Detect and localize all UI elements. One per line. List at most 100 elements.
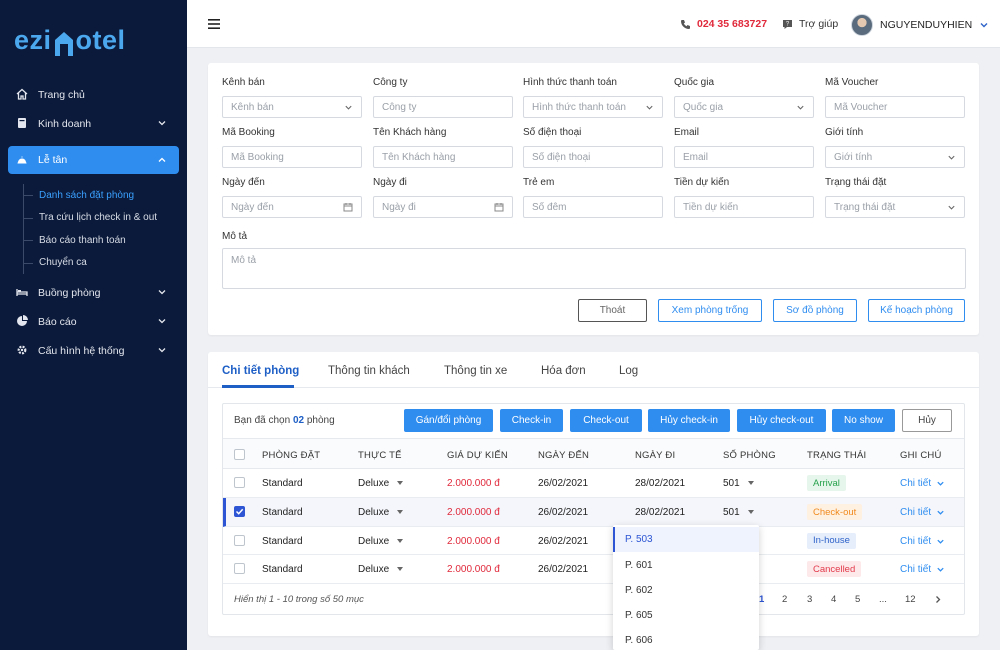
table-row[interactable]: Standard Deluxe 2.000.000 đ 26/02/2021 2… (223, 498, 964, 527)
chevron-down-icon (158, 121, 166, 126)
tab-room-detail[interactable]: Chi tiết phòng (222, 365, 299, 377)
page-2[interactable]: 2 (782, 594, 787, 605)
logo[interactable]: ezi otel (14, 16, 126, 56)
assign-change-room-button[interactable]: Gán/đổi phòng (404, 409, 493, 432)
placeholder: Tên Khách hàng (382, 151, 456, 163)
tab-vehicle-info[interactable]: Thông tin xe (444, 365, 507, 377)
sidebar-item-reports[interactable]: Báo cáo (0, 307, 187, 336)
room-option[interactable]: P. 602 (613, 578, 759, 603)
sidebar-item-label: Buồng phòng (38, 286, 101, 299)
filter-departure-date: Ngày đi Ngày đi (373, 177, 513, 218)
arrival-date-input[interactable]: Ngày đến (222, 196, 362, 218)
exit-button[interactable]: Thoát (578, 299, 647, 322)
gender-select[interactable]: Giới tính (825, 146, 965, 168)
payment-method-select[interactable]: Hình thức thanh toán (523, 96, 663, 118)
chevron-down-icon (948, 155, 955, 160)
detail-link[interactable]: Chi tiết (900, 507, 945, 518)
page-ellipsis: ... (879, 594, 887, 605)
nights-input[interactable]: Số đêm (523, 196, 663, 218)
no-show-button[interactable]: No show (832, 409, 895, 432)
table-row[interactable]: Standard Deluxe 2.000.000 đ 26/02/2021 C… (223, 555, 964, 584)
cancel-check-in-button[interactable]: Hủy check-in (648, 409, 730, 432)
room-option[interactable]: P. 606 (613, 628, 759, 650)
detail-label: Chi tiết (900, 535, 932, 547)
page-5[interactable]: 5 (855, 594, 860, 605)
detail-link[interactable]: Chi tiết (900, 564, 945, 575)
tab-log[interactable]: Log (619, 365, 638, 377)
room-option[interactable]: P. 503 (613, 527, 759, 552)
hamburger-menu-icon[interactable] (208, 19, 220, 29)
page-1[interactable]: 1 (759, 594, 764, 605)
check-in-button[interactable]: Check-in (500, 409, 563, 432)
tab-invoice[interactable]: Hóa đơn (541, 365, 586, 377)
chevron-down-icon (980, 23, 988, 28)
phone-input[interactable]: Số điện thoại (523, 146, 663, 168)
submenu-booking-list[interactable]: Danh sách đặt phòng (24, 184, 187, 207)
submenu-shift-change[interactable]: Chuyển ca (24, 252, 187, 275)
chevron-down-icon (158, 290, 166, 295)
submenu-checkin-lookup[interactable]: Tra cứu lịch check in & out (24, 207, 187, 230)
actual-room-type-select[interactable]: Deluxe (358, 478, 404, 489)
bed-icon (16, 289, 28, 296)
row-checkbox[interactable] (234, 477, 245, 488)
book-icon (18, 118, 26, 128)
room-number-select[interactable]: 501 (723, 507, 754, 518)
sidebar-item-reception[interactable]: Lễ tân (8, 146, 179, 174)
room-plan-button[interactable]: Kế hoạch phòng (868, 299, 965, 322)
chevron-right-icon[interactable] (934, 595, 942, 604)
row-checkbox[interactable] (234, 506, 245, 517)
table-row[interactable]: Standard Deluxe 2.000.000 đ 26/02/2021 I… (223, 527, 964, 555)
departure-date-input[interactable]: Ngày đi (373, 196, 513, 218)
room-number-select[interactable]: 501 (723, 478, 754, 489)
company-input[interactable]: Công ty (373, 96, 513, 118)
check-out-button[interactable]: Check-out (570, 409, 642, 432)
cancel-check-out-button[interactable]: Hủy check-out (737, 409, 826, 432)
field-label: Kênh bán (222, 77, 265, 88)
detail-link[interactable]: Chi tiết (900, 536, 945, 547)
customer-name-input[interactable]: Tên Khách hàng (373, 146, 513, 168)
sales-channel-select[interactable]: Kênh bán (222, 96, 362, 118)
description-textarea[interactable]: Mô tả (222, 248, 966, 289)
user-menu[interactable]: NGUYENDUYHIEN (851, 14, 989, 36)
cancel-button[interactable]: Hủy (902, 409, 952, 432)
field-label: Tiền dự kiến (674, 177, 730, 188)
sidebar-item-business[interactable]: Kinh doanh (0, 109, 187, 138)
booking-code-input[interactable]: Mã Booking (222, 146, 362, 168)
page-4[interactable]: 4 (831, 594, 836, 605)
submenu-payment-report[interactable]: Báo cáo thanh toán (24, 229, 187, 252)
filter-company: Công ty Công ty (373, 77, 513, 118)
view-available-rooms-button[interactable]: Xem phòng trống (658, 299, 762, 322)
sidebar-item-home[interactable]: Trang chủ (0, 80, 187, 109)
cell-departure: 28/02/2021 (635, 478, 686, 489)
cell-room: 501 (723, 478, 740, 489)
select-all-checkbox[interactable] (234, 449, 245, 460)
booking-status-select[interactable]: Trạng thái đặt (825, 196, 965, 218)
table-row[interactable]: Standard Deluxe 2.000.000 đ 26/02/2021 2… (223, 469, 964, 498)
actual-room-type-select[interactable]: Deluxe (358, 507, 404, 518)
chevron-down-icon (158, 319, 166, 324)
placeholder: Ngày đến (231, 201, 274, 213)
row-checkbox[interactable] (234, 534, 245, 546)
page-12[interactable]: 12 (905, 594, 916, 605)
country-select[interactable]: Quốc gia (674, 96, 814, 118)
room-option[interactable]: P. 601 (613, 553, 759, 578)
cell-booked: Standard (262, 478, 303, 489)
voucher-input[interactable]: Mã Voucher (825, 96, 965, 118)
row-checkbox[interactable] (234, 563, 245, 574)
help-link[interactable]: ? Trợ giúp (782, 18, 838, 30)
room-option[interactable]: P. 605 (613, 603, 759, 628)
sidebar-item-label: Báo cáo (38, 315, 77, 328)
tab-guest-info[interactable]: Thông tin khách (328, 365, 410, 377)
detail-link[interactable]: Chi tiết (900, 478, 945, 489)
sidebar-nav: Trang chủ Kinh doanh Lễ tân Danh sách đặ… (0, 80, 187, 365)
hotline[interactable]: 024 35 683727 (680, 18, 767, 30)
actual-room-type-select[interactable]: Deluxe (358, 536, 404, 547)
page-3[interactable]: 3 (807, 594, 812, 605)
sidebar-item-housekeeping[interactable]: Buồng phòng (0, 278, 187, 307)
expected-amount-input[interactable]: Tiền dự kiến (674, 196, 814, 218)
email-input[interactable]: Email (674, 146, 814, 168)
field-label: Số điện thoại (523, 127, 582, 138)
room-map-button[interactable]: Sơ đồ phòng (773, 299, 857, 322)
actual-room-type-select[interactable]: Deluxe (358, 564, 404, 575)
sidebar-item-settings[interactable]: Cấu hình hệ thống (0, 336, 187, 365)
